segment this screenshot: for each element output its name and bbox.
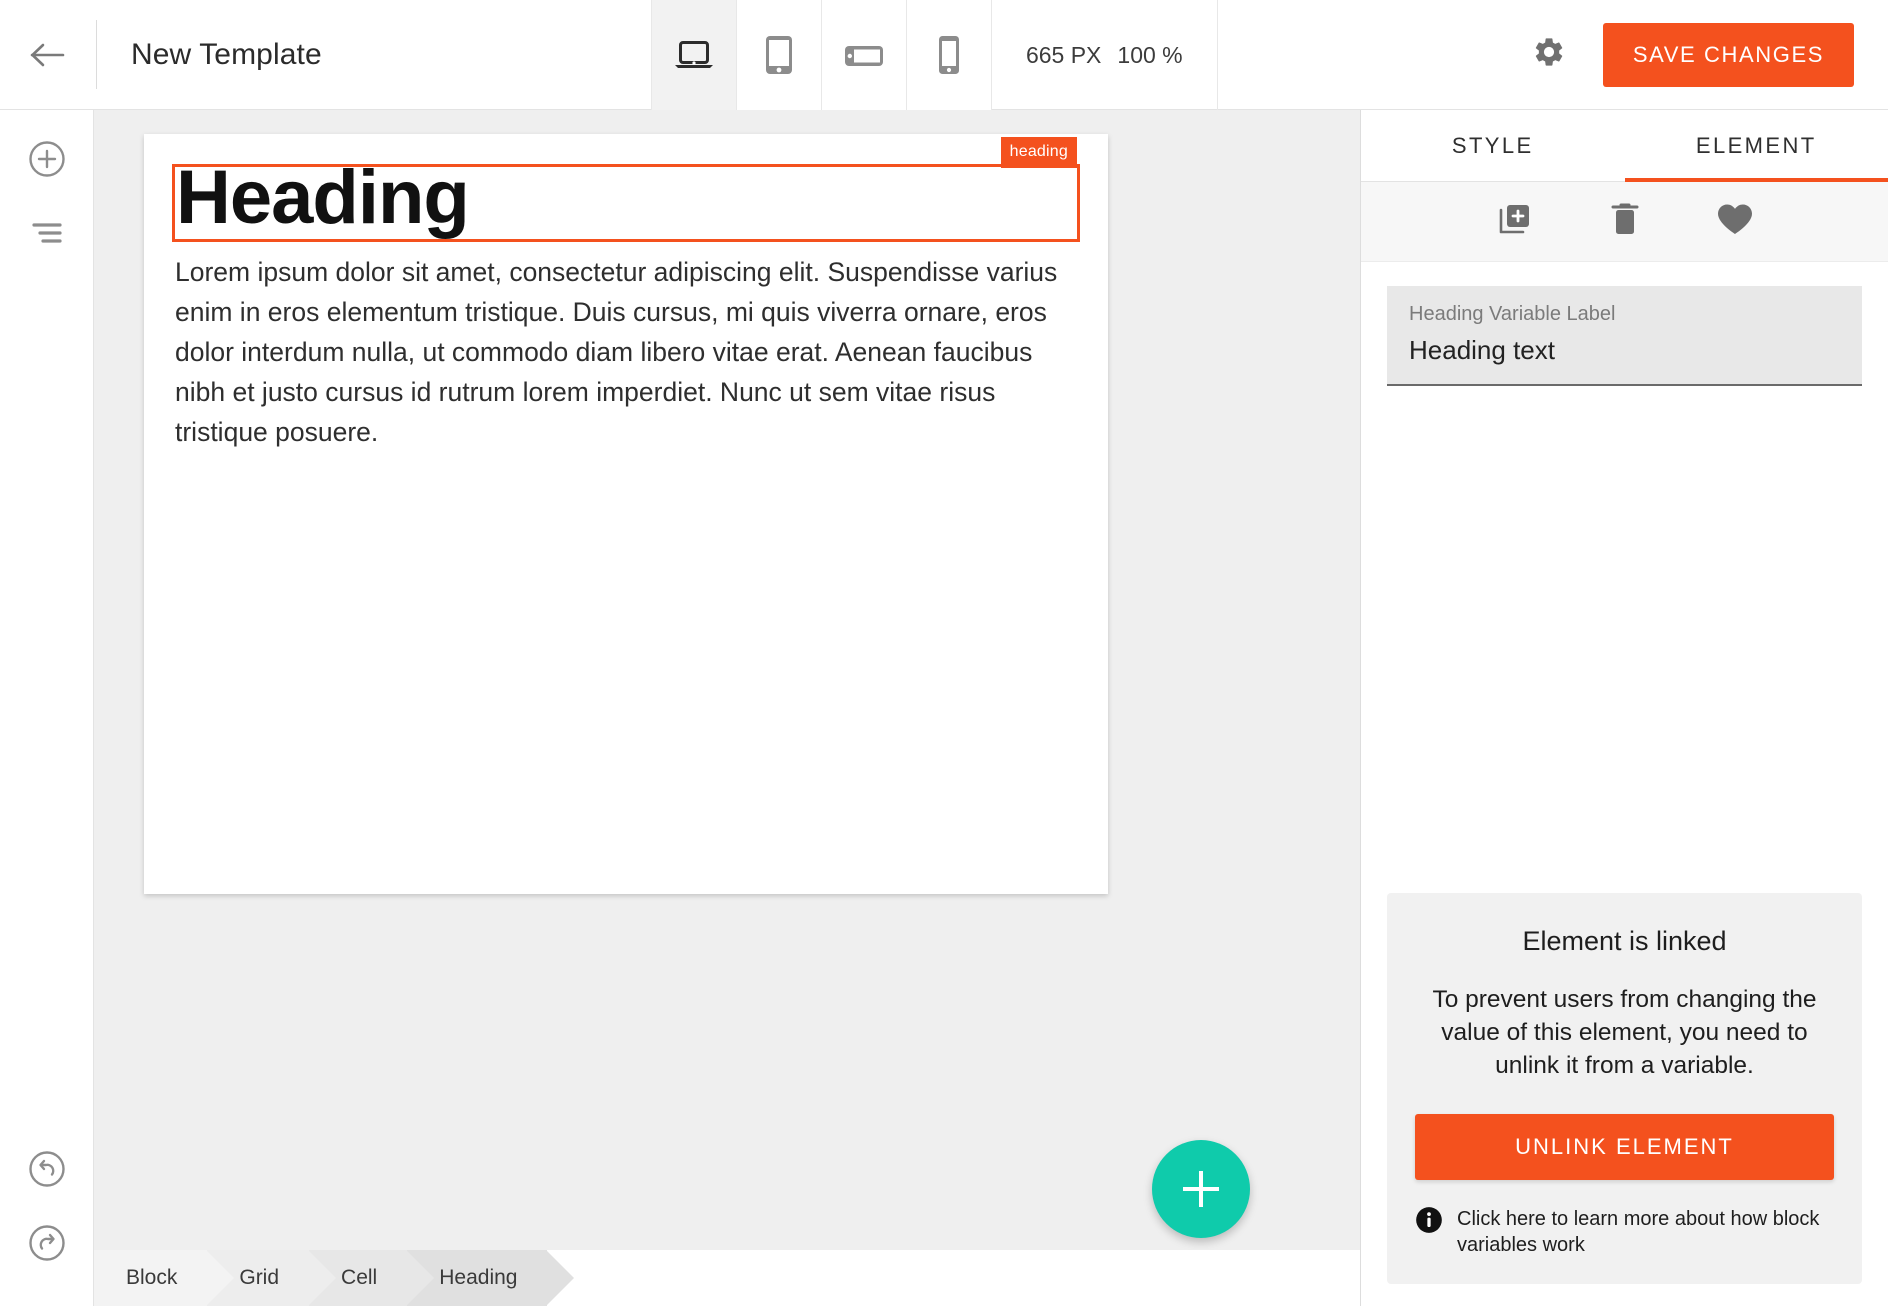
- heading-variable-field[interactable]: Heading Variable Label Heading text: [1387, 286, 1862, 386]
- toolbar-spacer-right: [1218, 0, 1513, 109]
- delete-element-button[interactable]: [1599, 196, 1651, 248]
- element-linked-card: Element is linked To prevent users from …: [1387, 893, 1862, 1284]
- left-toolbar: [0, 110, 94, 1306]
- undo-button[interactable]: [0, 1134, 94, 1208]
- device-button-desktop[interactable]: [651, 0, 736, 110]
- canvas-width-value: 665 PX: [1026, 42, 1101, 69]
- undo-circle-icon: [28, 1150, 66, 1193]
- heart-icon: [1716, 202, 1754, 241]
- plus-circle-icon: [28, 140, 66, 183]
- learn-more-link[interactable]: Click here to learn more about how block…: [1415, 1206, 1834, 1258]
- heading-variable-value: Heading text: [1409, 332, 1840, 368]
- linked-card-description: To prevent users from changing the value…: [1415, 983, 1834, 1082]
- element-actions: [1361, 182, 1888, 262]
- phone-icon: [937, 34, 961, 76]
- canvas-size-indicator[interactable]: 665 PX 100 %: [991, 0, 1218, 110]
- canvas-area: heading Heading Lorem ipsum dolor sit am…: [94, 110, 1360, 1306]
- app-root: New Template: [0, 0, 1888, 1306]
- save-changes-button[interactable]: SAVE CHANGES: [1603, 23, 1854, 87]
- linked-card-title: Element is linked: [1415, 923, 1834, 959]
- device-button-tablet-portrait[interactable]: [736, 0, 821, 110]
- canvas-heading[interactable]: Heading: [176, 160, 469, 236]
- add-block-fab[interactable]: [1152, 1140, 1250, 1238]
- back-button[interactable]: [0, 0, 96, 109]
- align-lines-icon: [30, 220, 64, 251]
- trash-icon: [1610, 201, 1640, 242]
- panel-tabs: STYLE ELEMENT: [1361, 110, 1888, 182]
- duplicate-element-button[interactable]: [1489, 196, 1541, 248]
- toolbar-spacer-left: [356, 0, 651, 109]
- canvas-zoom-value: 100 %: [1117, 42, 1182, 69]
- tab-element[interactable]: ELEMENT: [1625, 110, 1888, 181]
- workspace: heading Heading Lorem ipsum dolor sit am…: [0, 110, 1888, 1306]
- arrow-left-icon: [29, 41, 67, 69]
- top-toolbar: New Template: [0, 0, 1888, 110]
- canvas-paragraph[interactable]: Lorem ipsum dolor sit amet, consectetur …: [175, 252, 1082, 452]
- info-icon: [1415, 1206, 1443, 1239]
- duplicate-icon: [1497, 201, 1533, 242]
- device-button-mobile[interactable]: [906, 0, 991, 110]
- laptop-icon: [672, 38, 716, 72]
- tablet-landscape-icon: [843, 40, 885, 70]
- template-page: heading Heading Lorem ipsum dolor sit am…: [144, 134, 1108, 894]
- gear-icon: [1532, 35, 1566, 74]
- panel-content: Heading Variable Label Heading text Elem…: [1361, 262, 1888, 1306]
- redo-button[interactable]: [0, 1208, 94, 1282]
- heading-variable-label: Heading Variable Label: [1409, 300, 1840, 328]
- unlink-element-button[interactable]: UNLINK ELEMENT: [1415, 1114, 1834, 1180]
- tablet-portrait-icon: [764, 34, 794, 76]
- favorite-element-button[interactable]: [1709, 196, 1761, 248]
- learn-more-text: Click here to learn more about how block…: [1457, 1206, 1834, 1258]
- breadcrumb: Block Grid Cell Heading: [94, 1250, 1360, 1306]
- breadcrumb-item-block[interactable]: Block: [94, 1250, 207, 1306]
- history-controls: [0, 1134, 94, 1282]
- tab-style[interactable]: STYLE: [1361, 110, 1625, 181]
- settings-button[interactable]: [1513, 0, 1585, 109]
- page-title: New Template: [97, 0, 356, 109]
- device-button-tablet-landscape[interactable]: [821, 0, 906, 110]
- layers-button[interactable]: [0, 198, 94, 272]
- selected-element-badge: heading: [1001, 137, 1077, 168]
- redo-circle-icon: [28, 1224, 66, 1267]
- properties-panel: STYLE ELEMENT: [1360, 110, 1888, 1306]
- add-element-button[interactable]: [0, 124, 94, 198]
- device-preview-group: [651, 0, 991, 110]
- canvas-scroll: heading Heading Lorem ipsum dolor sit am…: [94, 110, 1360, 1250]
